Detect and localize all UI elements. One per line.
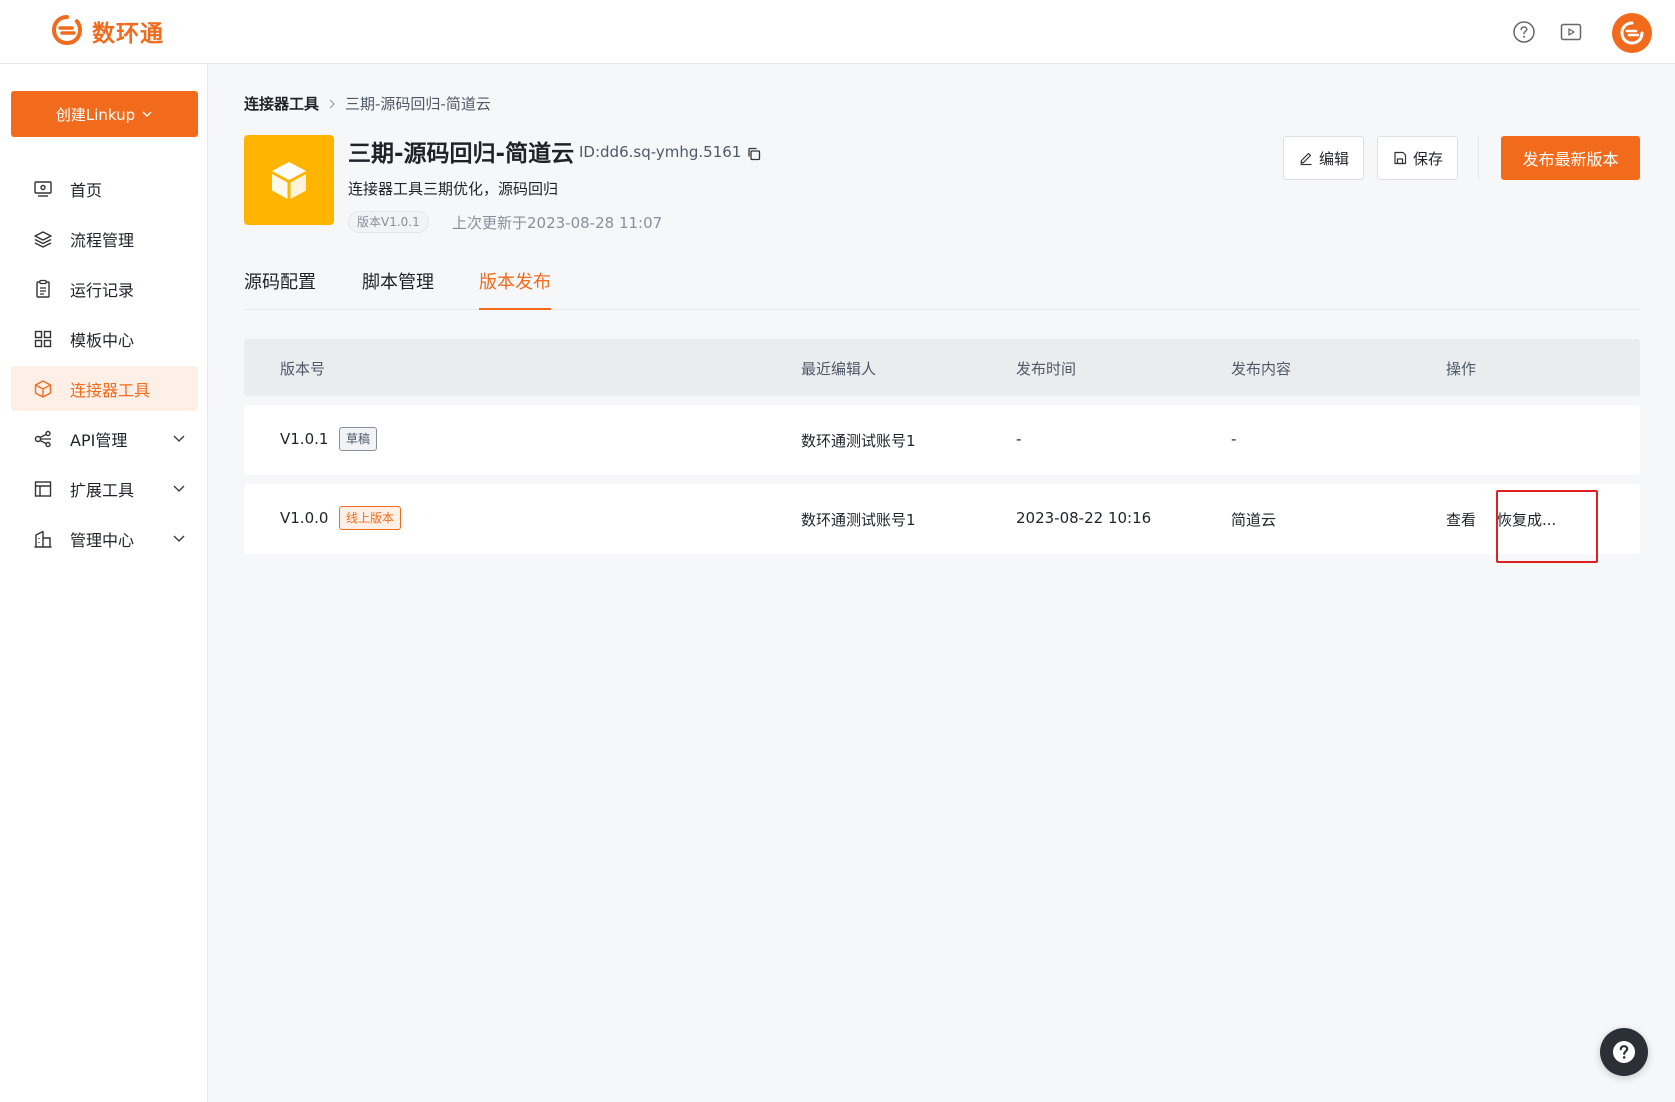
version-cell: V1.0.0	[280, 509, 329, 527]
sidebar: 创建Linkup 首页 流程管理 运行记录 模板中心 连接器工具 API管理 扩…	[0, 64, 208, 1102]
logo-icon	[51, 15, 83, 45]
sidebar-item-api[interactable]: API管理	[11, 416, 198, 461]
sidebar-item-label: 首页	[70, 180, 103, 200]
column-header-publish-time: 发布时间	[1016, 360, 1077, 378]
sidebar-item-label: 连接器工具	[70, 380, 151, 400]
version-badge: 版本V1.0.1	[348, 211, 429, 233]
editor-cell: 数环通测试账号1	[801, 432, 916, 450]
clipboard-icon	[36, 279, 50, 298]
chevron-down-icon	[173, 485, 185, 492]
table-row: V1.0.0 线上版本 数环通测试账号1 2023-08-22 10:16 简道…	[244, 484, 1640, 554]
pencil-icon	[1300, 152, 1312, 166]
tab-script-management[interactable]: 脚本管理	[362, 268, 434, 308]
create-linkup-button[interactable]: 创建Linkup	[11, 91, 198, 137]
save-label: 保存	[1412, 149, 1443, 168]
video-play-icon[interactable]	[1559, 20, 1583, 44]
publish-time-cell: 2023-08-22 10:16	[1016, 509, 1152, 527]
content-cell: 简道云	[1231, 511, 1277, 529]
sidebar-item-admin[interactable]: 管理中心	[11, 516, 198, 561]
page-title: 三期-源码回归-简道云	[348, 141, 575, 167]
chevron-down-icon	[173, 535, 185, 542]
save-icon	[1394, 151, 1407, 165]
view-link[interactable]: 查看	[1446, 509, 1476, 530]
top-bar: 数环通	[0, 0, 1675, 64]
column-header-version: 版本号	[280, 360, 326, 378]
tab-bar: 源码配置 脚本管理 版本发布	[244, 260, 1640, 310]
online-version-badge: 线上版本	[339, 506, 402, 530]
editor-cell: 数环通测试账号1	[801, 511, 916, 529]
tab-source-config[interactable]: 源码配置	[244, 268, 316, 308]
user-avatar-icon[interactable]	[1612, 13, 1652, 53]
sidebar-item-label: 运行记录	[70, 280, 135, 300]
breadcrumb-current: 三期-源码回归-简道云	[345, 95, 491, 113]
divider	[1478, 136, 1479, 180]
table-row: V1.0.1 草稿 数环通测试账号1 - -	[244, 405, 1640, 475]
sidebar-item-templates[interactable]: 模板中心	[11, 316, 198, 361]
brand-name: 数环通	[92, 21, 164, 47]
sidebar-item-home[interactable]: 首页	[11, 166, 198, 211]
sidebar-item-extensions[interactable]: 扩展工具	[11, 466, 198, 511]
extension-icon	[34, 480, 52, 497]
sidebar-item-label: 扩展工具	[70, 480, 135, 500]
chevron-down-icon	[142, 111, 152, 117]
table-header: 版本号 最近编辑人 发布时间 发布内容 操作	[244, 339, 1640, 396]
sidebar-item-label: 管理中心	[70, 530, 135, 550]
layers-icon	[34, 230, 52, 248]
breadcrumb-root[interactable]: 连接器工具	[244, 93, 319, 114]
publish-time-cell: -	[1016, 430, 1022, 448]
content-cell: -	[1231, 430, 1237, 448]
draft-badge: 草稿	[339, 427, 378, 451]
save-button[interactable]: 保存	[1377, 136, 1458, 180]
sidebar-item-flow[interactable]: 流程管理	[11, 216, 198, 261]
api-icon	[34, 430, 51, 447]
publish-latest-button[interactable]: 发布最新版本	[1501, 136, 1640, 180]
monitor-icon	[34, 180, 52, 197]
connector-icon	[244, 135, 334, 225]
breadcrumb: 连接器工具 三期-源码回归-简道云	[244, 93, 491, 114]
sidebar-item-connector-tools[interactable]: 连接器工具	[11, 366, 198, 411]
sidebar-item-run-records[interactable]: 运行记录	[11, 266, 198, 311]
question-icon	[1613, 1041, 1635, 1063]
cube-icon	[272, 162, 306, 199]
edit-button[interactable]: 编辑	[1283, 136, 1364, 180]
last-updated-text: 上次更新于2023-08-28 11:07	[452, 214, 663, 232]
chevron-down-icon	[173, 435, 185, 442]
cube-icon	[34, 379, 52, 398]
copy-icon[interactable]	[746, 146, 762, 162]
highlight-box	[1496, 490, 1598, 563]
sidebar-item-label: API管理	[70, 430, 128, 450]
logo[interactable]: 数环通	[50, 14, 164, 48]
sidebar-nav: 首页 流程管理 运行记录 模板中心 连接器工具 API管理 扩展工具 管理中心	[11, 166, 198, 566]
sidebar-item-label: 流程管理	[70, 230, 135, 250]
column-header-content: 发布内容	[1231, 360, 1292, 378]
connector-id: ID:dd6.sq-ymhg.5161	[579, 143, 742, 161]
column-header-editor: 最近编辑人	[801, 360, 877, 378]
help-fab-button[interactable]	[1600, 1028, 1648, 1076]
tab-version-release[interactable]: 版本发布	[479, 268, 551, 310]
chevron-right-icon	[329, 99, 335, 108]
sidebar-item-label: 模板中心	[70, 330, 135, 350]
column-header-actions: 操作	[1446, 360, 1477, 378]
create-linkup-label: 创建Linkup	[55, 105, 136, 124]
help-circle-icon[interactable]	[1512, 20, 1536, 44]
building-icon	[34, 530, 52, 548]
grid-icon	[34, 330, 52, 347]
version-cell: V1.0.1	[280, 430, 329, 448]
edit-label: 编辑	[1318, 149, 1349, 168]
connector-description: 连接器工具三期优化，源码回归	[348, 180, 559, 198]
